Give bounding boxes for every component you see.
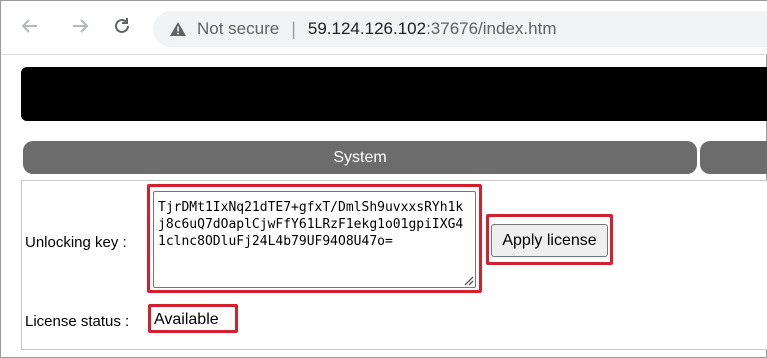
browser-toolbar: Not secure | 59.124.126.102 :37676/index… [1,1,767,55]
warning-icon[interactable] [169,20,187,38]
reload-icon[interactable] [111,15,133,37]
url-path: :37676/index.htm [426,19,557,38]
address-bar[interactable]: Not secure | 59.124.126.102 :37676/index… [153,11,767,47]
tab-next[interactable] [700,141,767,174]
unlocking-key-label: Unlocking key : [25,234,127,251]
tab-system[interactable]: System [23,141,697,174]
forward-arrow-icon[interactable] [69,15,91,37]
security-label: Not secure [197,19,280,38]
header-banner [21,67,767,121]
url-host: 59.124.126.102 [307,19,427,38]
tab-system-label: System [333,148,387,166]
unlocking-key-textarea[interactable]: TjrDMt1IxNq21dTE7+gfxT/DmlSh9uvxxsRYh1kj… [153,191,476,288]
back-arrow-icon[interactable] [19,15,41,37]
apply-license-button[interactable]: Apply license [491,224,608,257]
license-status-label: License status : [25,313,130,330]
license-status-value: Available [154,311,219,328]
resize-grip-icon[interactable] [462,274,474,286]
address-separator: | [291,18,296,39]
